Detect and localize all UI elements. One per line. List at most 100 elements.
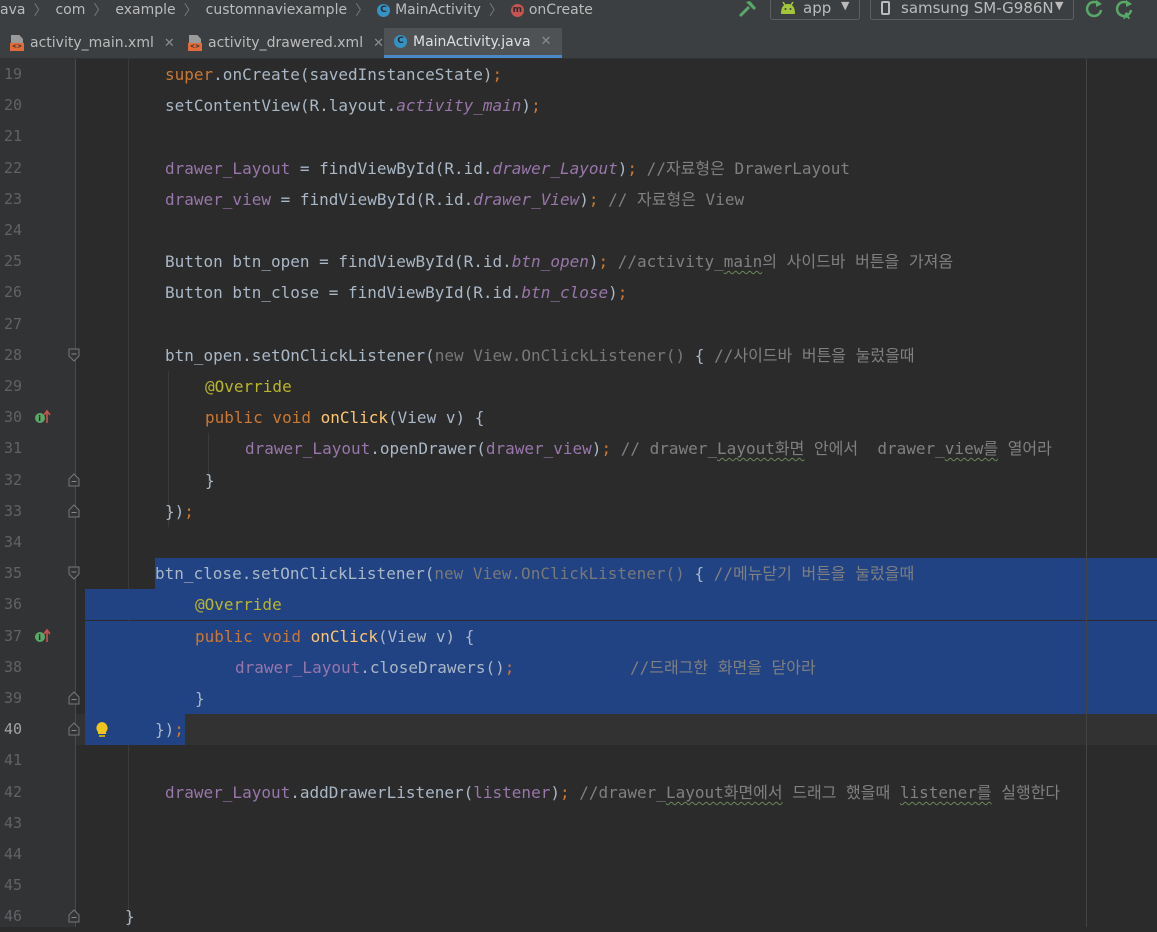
code-line[interactable]: 46} <box>0 901 1157 932</box>
xml-file-icon: <> <box>10 35 24 51</box>
overrides-method-icon[interactable]: i <box>34 409 52 425</box>
class-icon: C <box>394 35 407 48</box>
breadcrumb-separator-icon: 〉 <box>93 3 108 19</box>
code-line[interactable]: 43 <box>0 808 1157 839</box>
code-token: 실행한다 <box>991 783 1061 802</box>
code-token: main <box>723 252 763 271</box>
code-token: //드래그한 화면을 닫아라 <box>514 658 816 677</box>
code-line[interactable]: 36 @Override <box>0 589 1157 620</box>
apply-changes-icon[interactable] <box>1084 0 1106 20</box>
code-token: drawer_Layout <box>165 159 291 178</box>
overrides-method-icon[interactable]: i <box>34 628 52 644</box>
fold-marker-icon[interactable] <box>68 691 80 705</box>
code-line[interactable]: 30 i public void onClick(View v) { <box>0 402 1157 433</box>
code-token: super <box>165 65 214 84</box>
code-line[interactable]: 21 <box>0 121 1157 152</box>
code-line[interactable]: 35 btn_close.setOnClickListener(new View.… <box>0 558 1157 589</box>
code-line[interactable]: 26 Button btn_close = findViewById(R.id.b… <box>0 277 1157 308</box>
code-line[interactable]: 45 <box>0 870 1157 901</box>
run-config-select[interactable]: app ▼ <box>770 0 860 20</box>
breadcrumb-item-5[interactable]: m onCreate <box>510 2 593 18</box>
code-line[interactable]: 41 <box>0 745 1157 776</box>
line-number: 43 <box>4 814 23 832</box>
code-line[interactable]: 25 Button btn_open = findViewById(R.id.bt… <box>0 246 1157 277</box>
code-token: view를 <box>944 439 999 458</box>
code-token: //자료형은 DrawerLayout <box>637 159 851 178</box>
code-line[interactable]: 19 super.onCreate(savedInstanceState); <box>0 59 1157 90</box>
line-number: 31 <box>4 439 23 457</box>
code-text: } <box>195 683 205 714</box>
code-text: setContentView(R.layout.activity_main); <box>165 90 541 121</box>
line-number: 25 <box>4 252 23 270</box>
breadcrumb-item-0[interactable]: ava <box>0 2 25 18</box>
breadcrumb-item-2[interactable]: example <box>115 2 175 18</box>
hammer-icon[interactable] <box>736 0 758 20</box>
code-token: = findViewById(R.id. <box>290 159 493 178</box>
code-token: Layout화면에서 <box>665 783 783 802</box>
code-line[interactable]: 44 <box>0 839 1157 870</box>
code-token: onClick <box>320 408 389 427</box>
tab-activity-drawered-xml[interactable]: <> activity_drawered.xml ✕ <box>178 28 384 58</box>
code-line[interactable]: 33}); <box>0 496 1157 527</box>
line-number: 20 <box>4 96 23 114</box>
code-line[interactable]: 22 drawer_Layout = findViewById(R.id.draw… <box>0 153 1157 184</box>
fold-marker-icon[interactable] <box>68 566 80 580</box>
code-line[interactable]: 38 drawer_Layout.closeDrawers(); //드래그한 화… <box>0 652 1157 683</box>
fold-marker-icon[interactable] <box>68 909 80 923</box>
close-icon[interactable]: ✕ <box>373 36 384 51</box>
code-line[interactable]: 27 <box>0 309 1157 340</box>
breadcrumb-item-4[interactable]: C MainActivity <box>377 2 481 18</box>
tab-mainactivity-java[interactable]: C MainActivity.java ✕ <box>384 28 562 58</box>
fold-marker-icon[interactable] <box>68 504 80 518</box>
code-token: ; <box>627 159 638 178</box>
code-token: ) <box>550 783 560 802</box>
code-line[interactable]: 24 <box>0 215 1157 246</box>
fold-marker-icon[interactable] <box>68 348 80 362</box>
line-number: 41 <box>4 751 23 769</box>
line-number: 19 <box>4 65 23 83</box>
tab-label: activity_main.xml <box>30 35 154 51</box>
code-text: public void onClick(View v) { <box>205 402 484 433</box>
code-token: ; <box>559 783 570 802</box>
code-token: .openDrawer( <box>370 439 486 458</box>
close-icon[interactable]: ✕ <box>541 34 552 49</box>
code-token: (View v) { <box>388 408 485 427</box>
line-number: 46 <box>4 907 23 925</box>
code-line[interactable]: 37 i public void onClick(View v) { <box>0 621 1157 652</box>
code-text: drawer_Layout.closeDrawers(); //드래그한 화면을… <box>235 652 816 683</box>
code-line[interactable]: 31 drawer_Layout.openDrawer(drawer_view);… <box>0 433 1157 464</box>
line-number: 32 <box>4 471 23 489</box>
code-line[interactable]: 28 btn_open.setOnClickListener(new View.O… <box>0 340 1157 371</box>
code-line[interactable]: 23 drawer_view = findViewById(R.id.drawer… <box>0 184 1157 215</box>
code-line[interactable]: 32} <box>0 465 1157 496</box>
code-token: } <box>125 907 135 926</box>
code-token: //activity_ <box>608 252 724 271</box>
tab-activity-main-xml[interactable]: <> activity_main.xml ✕ <box>0 28 178 58</box>
code-line[interactable]: 29 @Override <box>0 371 1157 402</box>
line-number: 33 <box>4 502 23 520</box>
breadcrumb-separator-icon: 〉 <box>33 3 48 19</box>
code-line[interactable]: 34 <box>0 527 1157 558</box>
line-number: 38 <box>4 658 23 676</box>
code-text: @Override <box>195 589 282 620</box>
code-line[interactable]: 40}); <box>0 714 1157 745</box>
code-editor[interactable]: 19 super.onCreate(savedInstanceState); 20 s… <box>0 59 1157 927</box>
breadcrumb-item-1[interactable]: com <box>55 2 85 18</box>
device-select[interactable]: samsung SM-G986N ▼ <box>870 0 1074 20</box>
code-line[interactable]: 42 drawer_Layout.addDrawerListener(listen… <box>0 777 1157 808</box>
lightbulb-icon[interactable] <box>94 721 110 739</box>
tab-label: activity_drawered.xml <box>207 35 364 51</box>
breadcrumb-item-3[interactable]: customnaviexample <box>206 2 347 18</box>
code-token: setContentView(R.layout. <box>165 96 397 115</box>
code-text: public void onClick(View v) { <box>195 621 474 652</box>
close-icon[interactable]: ✕ <box>164 36 175 51</box>
code-line[interactable]: 39} <box>0 683 1157 714</box>
line-number: 24 <box>4 221 23 239</box>
code-token: drawer_Layout <box>492 159 618 178</box>
fold-marker-icon[interactable] <box>68 473 80 487</box>
code-line[interactable]: 20 setContentView(R.layout.activity_main)… <box>0 90 1157 121</box>
code-text: btn_open.setOnClickListener(new View.OnC… <box>165 340 915 371</box>
apply-code-changes-icon[interactable]: A <box>1114 0 1136 20</box>
code-token: ; <box>598 252 609 271</box>
fold-marker-icon[interactable] <box>68 722 80 736</box>
